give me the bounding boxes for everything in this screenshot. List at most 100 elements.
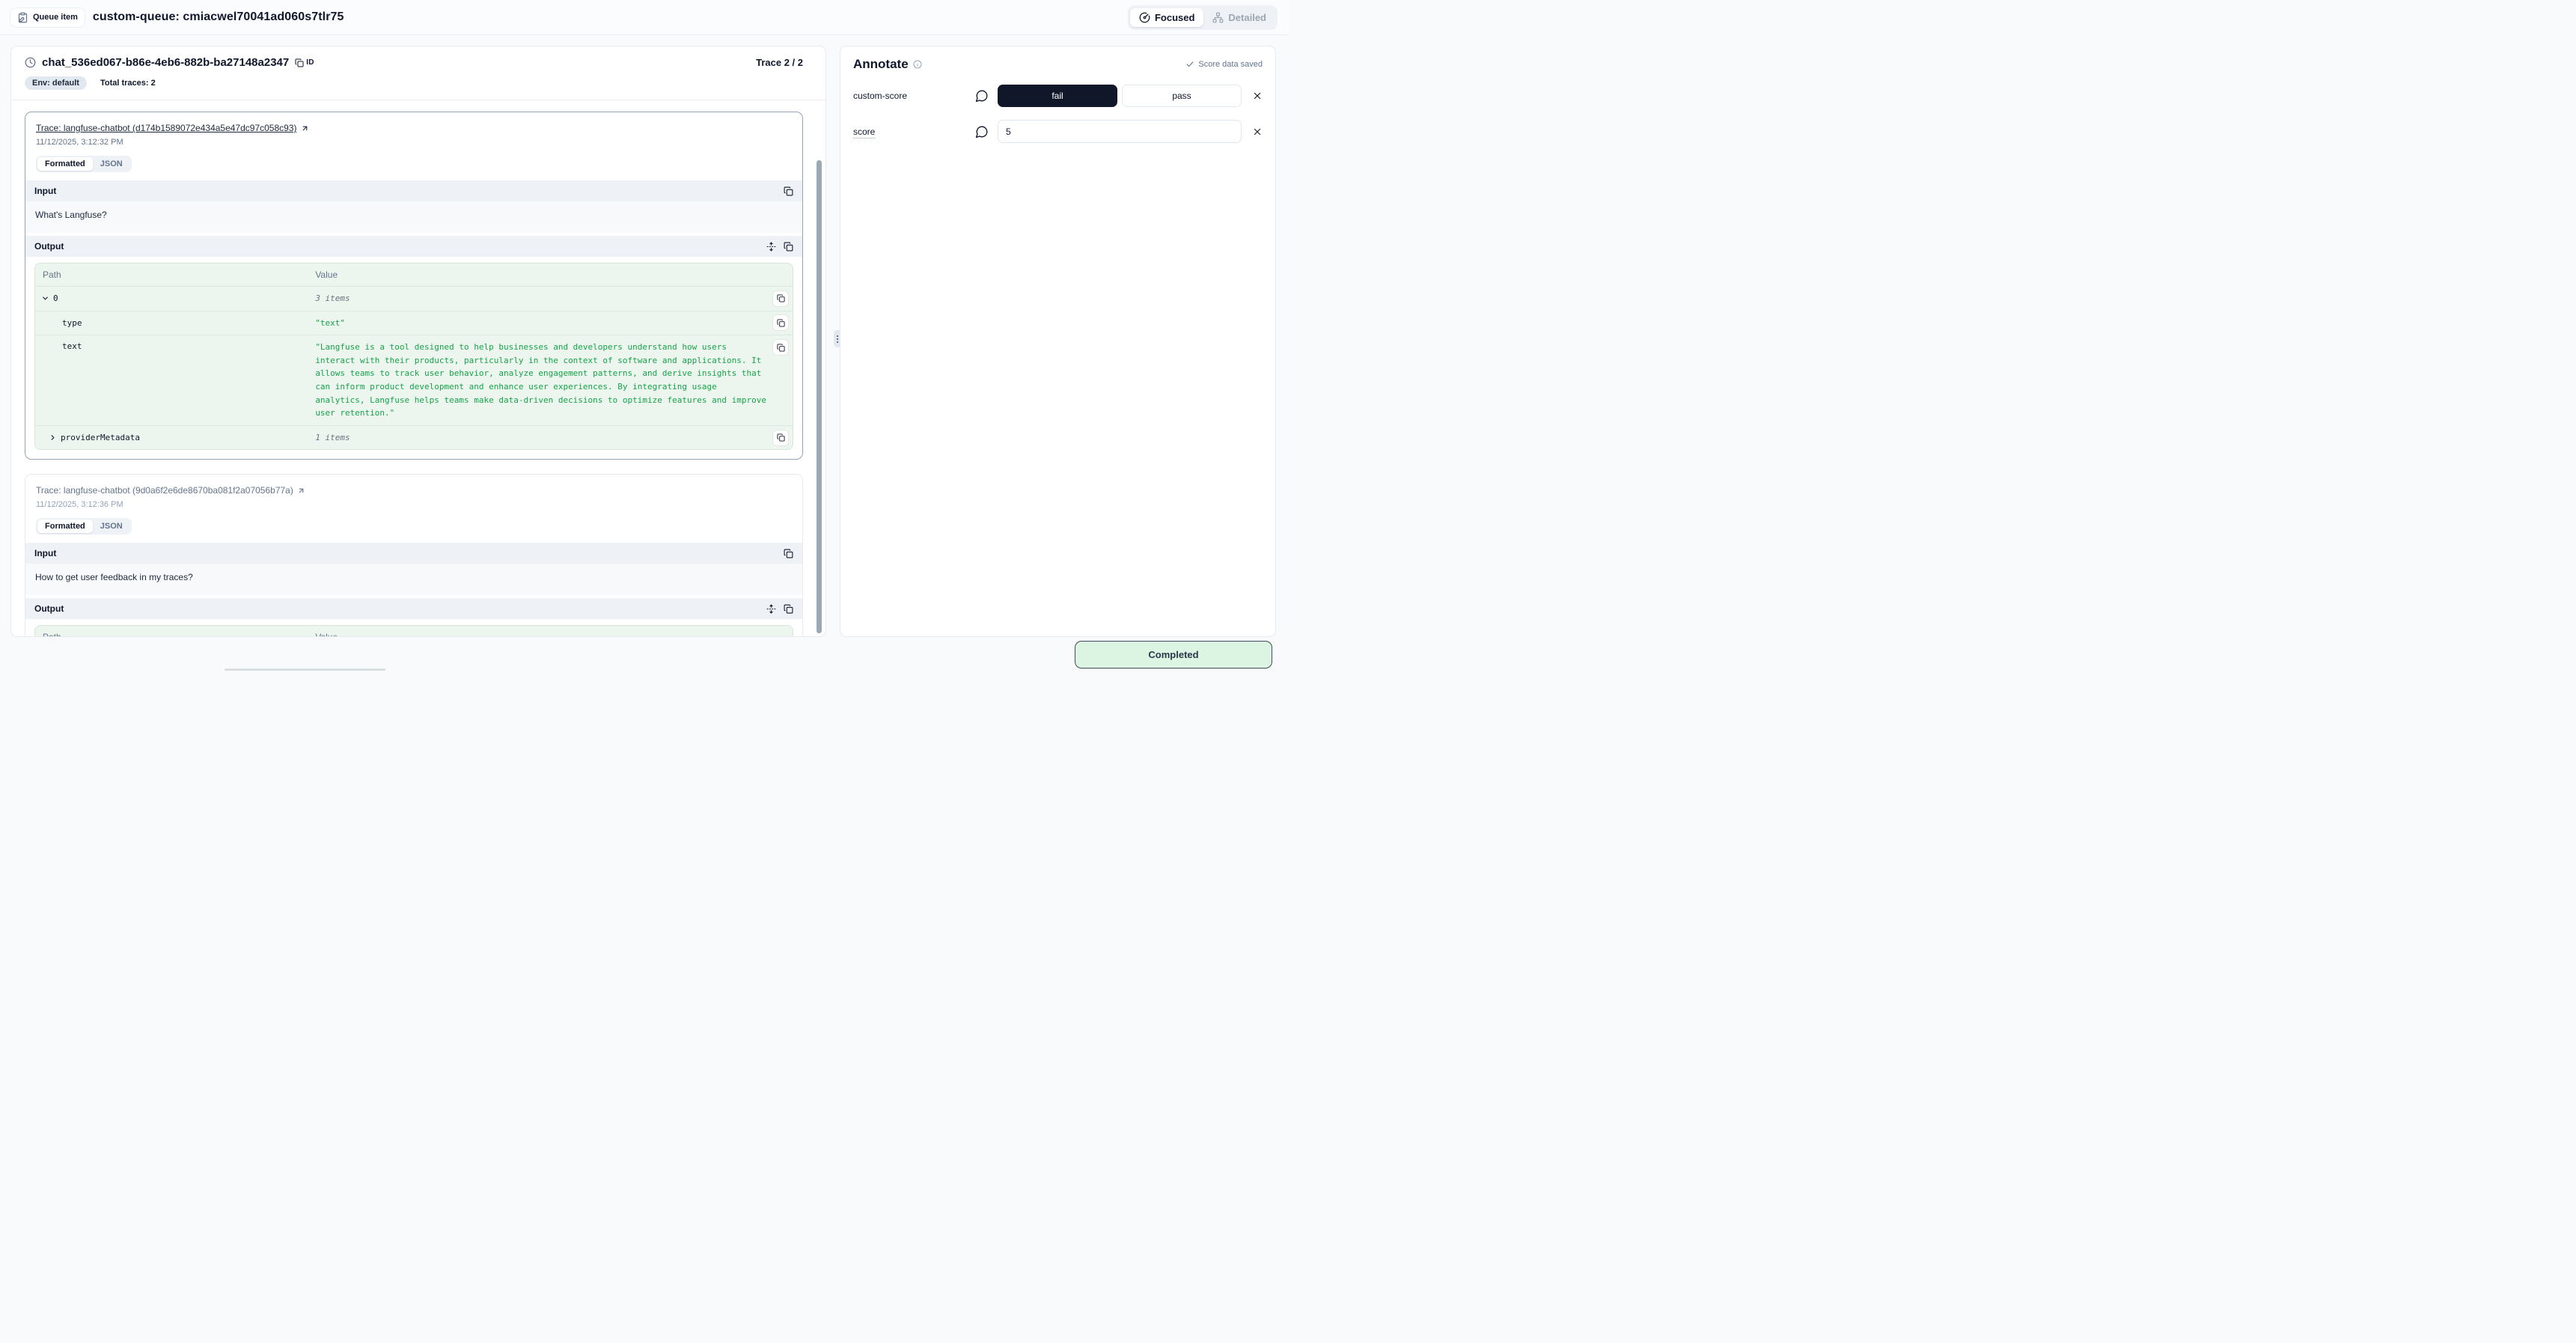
annotate-panel: Annotate Score data saved custom-score f… — [840, 46, 1276, 637]
top-header: Queue item custom-queue: cmiacwel70041ad… — [0, 0, 1288, 35]
copy-input-button[interactable] — [784, 186, 793, 196]
copy-output-button[interactable] — [784, 604, 793, 614]
trace-panel-header: chat_536ed067-b86e-4eb6-882b-ba27148a234… — [11, 46, 825, 90]
tab-formatted[interactable]: Formatted — [37, 520, 93, 533]
input-section-header: Input — [25, 180, 802, 201]
table-row[interactable]: type "text" — [35, 311, 793, 336]
trace-link[interactable]: Trace: langfuse-chatbot (d174b1589072e43… — [36, 123, 309, 133]
output-label: Output — [34, 603, 759, 614]
value-column-header: Value — [308, 264, 793, 286]
x-icon — [1252, 127, 1263, 137]
format-tabs: Formatted JSON — [36, 156, 132, 172]
row-key: type — [62, 318, 82, 328]
copy-icon — [777, 433, 785, 442]
comment-icon[interactable] — [975, 125, 989, 138]
output-section-header: Output — [25, 236, 802, 257]
path-column-header: Path — [35, 264, 308, 286]
value-column-header: Value — [308, 626, 793, 636]
session-title: chat_536ed067-b86e-4eb6-882b-ba27148a234… — [42, 56, 289, 69]
trace-link[interactable]: Trace: langfuse-chatbot (9d0a6f2e6de8670… — [36, 485, 305, 496]
output-label: Output — [34, 241, 759, 252]
table-row[interactable]: providerMetadata 1 items — [35, 426, 793, 450]
external-link-icon — [297, 487, 305, 495]
score-value-input[interactable] — [998, 120, 1242, 143]
focused-view-button[interactable]: Focused — [1130, 8, 1203, 27]
row-key: 0 — [53, 293, 58, 303]
detailed-view-label: Detailed — [1228, 12, 1266, 23]
trace-list: Trace: langfuse-chatbot (d174b1589072e43… — [11, 100, 825, 636]
output-section-header: Output — [25, 598, 802, 619]
trace-card-1: Trace: langfuse-chatbot (d174b1589072e43… — [25, 112, 803, 460]
copy-row-button[interactable] — [772, 290, 789, 307]
trace-card-2: Trace: langfuse-chatbot (9d0a6f2e6de8670… — [25, 474, 803, 636]
copy-icon — [784, 604, 793, 614]
score-row-score: score — [840, 120, 1275, 143]
copy-row-button[interactable] — [772, 430, 789, 446]
completed-button[interactable]: Completed — [1075, 641, 1272, 669]
copy-icon — [784, 242, 793, 252]
copy-icon — [295, 58, 304, 67]
info-icon[interactable] — [913, 60, 922, 69]
copy-icon — [777, 294, 785, 302]
row-key: providerMetadata — [61, 433, 140, 442]
trace-timestamp: 11/12/2025, 3:12:32 PM — [36, 138, 792, 147]
input-label: Input — [34, 548, 776, 558]
copy-icon — [777, 319, 785, 327]
input-section-header: Input — [25, 543, 802, 564]
unfold-vertical-icon — [766, 604, 776, 614]
id-label: ID — [306, 58, 314, 67]
clock-icon — [25, 57, 36, 68]
copy-row-button[interactable] — [772, 339, 789, 356]
score-option-fail[interactable]: fail — [998, 85, 1117, 107]
trace-link-label: Trace: langfuse-chatbot (d174b1589072e43… — [36, 123, 297, 133]
tab-formatted[interactable]: Formatted — [37, 157, 93, 171]
trace-panel: chat_536ed067-b86e-4eb6-882b-ba27148a234… — [10, 46, 826, 637]
table-row[interactable]: text "Langfuse is a tool designed to hel… — [35, 335, 793, 426]
trace-timestamp: 11/12/2025, 3:12:36 PM — [36, 500, 792, 509]
expand-output-button[interactable] — [766, 604, 776, 614]
trace-link-label: Trace: langfuse-chatbot (9d0a6f2e6de8670… — [36, 485, 293, 496]
input-value: How to get user feedback in my traces? — [25, 564, 802, 595]
chevron-down-icon — [41, 294, 49, 302]
copy-icon — [777, 344, 785, 352]
network-icon — [1212, 12, 1224, 23]
row-value: "text" — [308, 311, 793, 335]
external-link-icon — [301, 124, 309, 133]
tab-json[interactable]: JSON — [93, 520, 130, 533]
circle-gauge-icon — [1139, 12, 1150, 23]
row-value: 1 items — [308, 426, 793, 450]
save-status: Score data saved — [1185, 60, 1263, 69]
copy-id-button[interactable]: ID — [295, 58, 314, 67]
copy-input-button[interactable] — [784, 549, 793, 558]
copy-output-button[interactable] — [784, 242, 793, 252]
expand-output-button[interactable] — [766, 242, 776, 252]
x-icon — [1252, 91, 1263, 101]
detailed-view-button[interactable]: Detailed — [1203, 8, 1275, 27]
queue-item-badge: Queue item — [10, 8, 85, 27]
view-mode-toggle: Focused Detailed — [1128, 5, 1278, 30]
save-status-label: Score data saved — [1198, 60, 1263, 69]
annotate-title: Annotate — [853, 57, 909, 72]
vertical-scrollbar[interactable] — [817, 160, 822, 633]
tab-json[interactable]: JSON — [93, 157, 130, 171]
row-key: text — [62, 341, 82, 351]
copy-icon — [784, 186, 793, 196]
comment-icon[interactable] — [975, 89, 989, 103]
check-icon — [1185, 60, 1194, 69]
score-label: custom-score — [853, 91, 975, 101]
page-title: custom-queue: cmiacwel70041ad060s7tlr75 — [93, 10, 344, 24]
focused-view-label: Focused — [1155, 12, 1194, 23]
input-value: What's Langfuse? — [25, 201, 802, 233]
score-row-custom-score: custom-score fail pass — [840, 85, 1275, 107]
queue-item-badge-label: Queue item — [33, 13, 78, 22]
row-value: 3 items — [308, 287, 793, 311]
copy-row-button[interactable] — [772, 314, 789, 331]
chevron-right-icon — [49, 433, 57, 442]
delete-score-button[interactable] — [1252, 127, 1263, 137]
unfold-vertical-icon — [766, 242, 776, 252]
score-label: score — [853, 127, 975, 137]
row-value: "Langfuse is a tool designed to help bus… — [308, 335, 793, 425]
table-row[interactable]: 0 3 items — [35, 287, 793, 311]
delete-score-button[interactable] — [1252, 91, 1263, 101]
score-option-pass[interactable]: pass — [1122, 85, 1242, 107]
